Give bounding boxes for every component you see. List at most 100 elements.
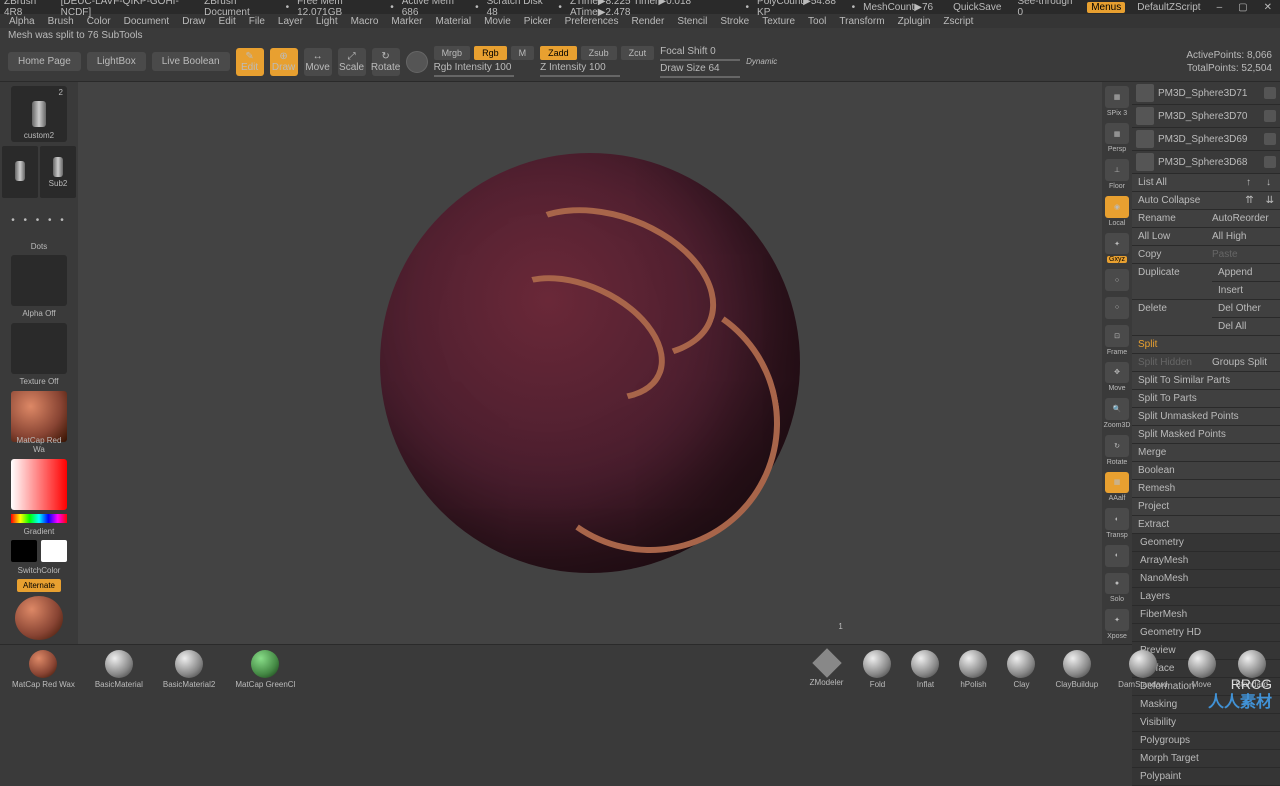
alternate-button[interactable]: Alternate (17, 579, 61, 592)
default-zscript[interactable]: DefaultZScript (1133, 2, 1204, 13)
rgb-intensity[interactable]: Rgb Intensity 100 (434, 62, 535, 73)
autoreorder-button[interactable]: AutoReorder (1206, 210, 1280, 228)
menu-movie[interactable]: Movie (479, 16, 516, 27)
subtool-item[interactable]: PM3D_Sphere3D69 (1132, 128, 1280, 151)
focal-slider[interactable] (660, 59, 740, 61)
groupsplit-button[interactable]: Groups Split (1206, 354, 1280, 372)
stroke-dots[interactable]: • • • • • (9, 202, 69, 238)
menus-button[interactable]: Menus (1087, 2, 1125, 13)
drawsize-slider[interactable] (660, 76, 740, 78)
color-white[interactable] (41, 540, 67, 562)
menu-file[interactable]: File (244, 16, 270, 27)
lightbox-button[interactable]: LightBox (87, 52, 146, 71)
subtool-item[interactable]: PM3D_Sphere3D68 (1132, 151, 1280, 174)
brush-preview[interactable] (406, 51, 428, 73)
section-geometry[interactable]: Geometry (1132, 534, 1280, 552)
close-icon[interactable]: ✕ (1260, 2, 1276, 13)
menu-picker[interactable]: Picker (519, 16, 557, 27)
dynamic-label[interactable]: Dynamic (746, 57, 777, 66)
delete-button[interactable]: Delete (1132, 300, 1212, 336)
section-morphtarget[interactable]: Morph Target (1132, 750, 1280, 768)
subtool-item[interactable]: PM3D_Sphere3D71 (1132, 82, 1280, 105)
menu-brush[interactable]: Brush (43, 16, 79, 27)
menu-material[interactable]: Material (431, 16, 477, 27)
remesh-section[interactable]: Remesh (1132, 480, 1280, 498)
menu-render[interactable]: Render (627, 16, 670, 27)
rotate-button[interactable]: ↻Rotate (372, 48, 400, 76)
liveboolean-button[interactable]: Live Boolean (152, 52, 230, 71)
section-arraymesh[interactable]: ArrayMesh (1132, 552, 1280, 570)
mrgb-button[interactable]: Mrgb (434, 46, 471, 60)
material-swatch[interactable]: MatCap Red Wa (11, 391, 67, 442)
zadd-button[interactable]: Zadd (540, 46, 577, 60)
splitsimilar-button[interactable]: Split To Similar Parts (1132, 372, 1280, 390)
menu-zscript[interactable]: Zscript (938, 16, 978, 27)
alllow-button[interactable]: All Low (1132, 228, 1206, 246)
material-2[interactable]: BasicMaterial2 (163, 650, 215, 689)
switchcolor[interactable]: SwitchColor (18, 566, 61, 575)
m-button[interactable]: M (511, 46, 535, 60)
persp-button[interactable]: ▦ (1105, 123, 1129, 145)
rename-button[interactable]: Rename (1132, 210, 1206, 228)
insert-button[interactable]: Insert (1212, 282, 1280, 300)
section-fibermesh[interactable]: FiberMesh (1132, 606, 1280, 624)
tool-slot-2[interactable] (2, 146, 38, 198)
menu-light[interactable]: Light (311, 16, 343, 27)
extract-section[interactable]: Extract (1132, 516, 1280, 534)
zsub-button[interactable]: Zsub (581, 46, 617, 60)
menu-texture[interactable]: Texture (757, 16, 800, 27)
append-button[interactable]: Append (1212, 264, 1280, 282)
focal-shift[interactable]: Focal Shift 0 (660, 46, 740, 57)
section-nanomesh[interactable]: NanoMesh (1132, 570, 1280, 588)
rgb-button[interactable]: Rgb (474, 46, 507, 60)
color-picker[interactable] (11, 459, 67, 510)
gradient-label[interactable]: Gradient (24, 527, 55, 536)
splithidden-button[interactable]: Split Hidden (1132, 354, 1206, 372)
menu-document[interactable]: Document (119, 16, 175, 27)
merge-section[interactable]: Merge (1132, 444, 1280, 462)
menu-preferences[interactable]: Preferences (560, 16, 624, 27)
menu-marker[interactable]: Marker (386, 16, 427, 27)
spix-label[interactable]: SPix 3 (1107, 110, 1127, 117)
menu-layer[interactable]: Layer (273, 16, 308, 27)
draw-button[interactable]: ⊕Draw (270, 48, 298, 76)
local-button[interactable]: ◉ (1105, 196, 1129, 218)
solo-ghost-button[interactable]: ◐ (1105, 545, 1129, 567)
home-button[interactable]: Home Page (8, 52, 81, 71)
xpose-button[interactable]: ✦ (1105, 609, 1129, 631)
mirror-button[interactable]: ○ (1105, 297, 1129, 319)
duplicate-button[interactable]: Duplicate (1132, 264, 1212, 300)
delother-button[interactable]: Del Other (1212, 300, 1280, 318)
section-visibility[interactable]: Visibility (1132, 714, 1280, 732)
splitunmasked-button[interactable]: Split Unmasked Points (1132, 408, 1280, 426)
section-polygroups[interactable]: Polygroups (1132, 732, 1280, 750)
hue-slider[interactable] (11, 514, 67, 523)
menu-draw[interactable]: Draw (177, 16, 210, 27)
section-layers[interactable]: Layers (1132, 588, 1280, 606)
brush-damstandard[interactable]: DamStandard (1118, 650, 1167, 689)
brush-move[interactable]: Move (1188, 650, 1216, 689)
edit-button[interactable]: ✎Edit (236, 48, 264, 76)
allhigh-button[interactable]: All High (1206, 228, 1280, 246)
rgb-intensity-slider[interactable] (434, 75, 514, 77)
z-intensity[interactable]: Z Intensity 100 (540, 62, 654, 73)
brush-claybuildup[interactable]: ClayBuildup (1055, 650, 1098, 689)
move-button[interactable]: ↔Move (304, 48, 332, 76)
brush-clay[interactable]: Clay (1007, 650, 1035, 689)
menu-color[interactable]: Color (82, 16, 116, 27)
menu-tool[interactable]: Tool (803, 16, 831, 27)
brush-zmodeler[interactable]: 1ZModeler (810, 650, 844, 689)
solo-button[interactable]: ● (1105, 573, 1129, 595)
texture-swatch[interactable]: Texture Off (11, 323, 67, 374)
menu-alpha[interactable]: Alpha (4, 16, 40, 27)
material-0[interactable]: MatCap Red Wax (12, 650, 75, 689)
menu-stroke[interactable]: Stroke (715, 16, 754, 27)
menu-macro[interactable]: Macro (346, 16, 384, 27)
frame-button[interactable]: ⊡ (1105, 325, 1129, 347)
autocollapse-button[interactable]: Auto Collapse (1132, 192, 1239, 210)
splitmasked-button[interactable]: Split Masked Points (1132, 426, 1280, 444)
color-black[interactable] (11, 540, 37, 562)
arrow-up-icon[interactable]: ↑ (1240, 174, 1260, 192)
menu-edit[interactable]: Edit (214, 16, 241, 27)
section-polypaint[interactable]: Polypaint (1132, 768, 1280, 786)
